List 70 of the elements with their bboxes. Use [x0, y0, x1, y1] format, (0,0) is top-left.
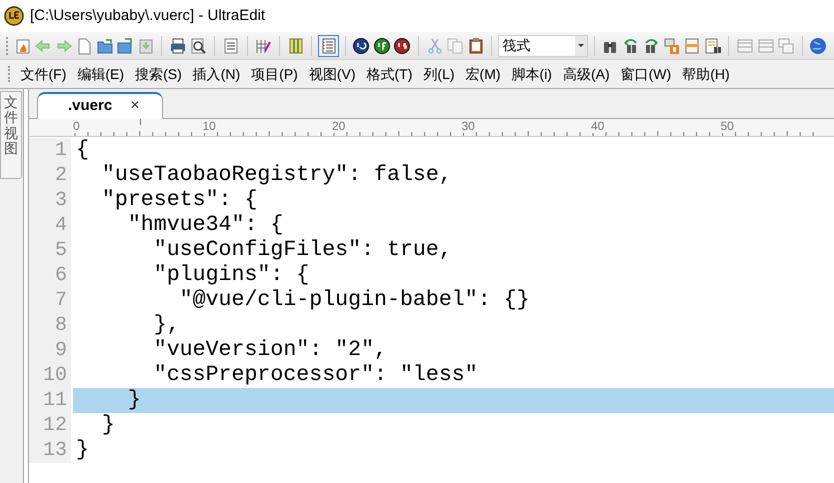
ruler-label: 30 — [460, 119, 476, 133]
ruler-label: 20 — [331, 119, 346, 133]
menu-item[interactable]: 搜索(S) — [130, 64, 188, 84]
menu-item[interactable]: 插入(N) — [187, 64, 246, 84]
file-tab[interactable]: .vuerc × — [37, 92, 163, 119]
style-combo[interactable]: 筏式 — [498, 34, 588, 56]
line-number: 1 — [54, 138, 67, 164]
list-icon — [320, 36, 338, 54]
folder-icon[interactable] — [96, 36, 114, 54]
code-line: "@vue/cli-plugin-babel": {} — [178, 288, 530, 313]
line-number: 2 — [54, 162, 67, 188]
magnifier-icon[interactable] — [189, 36, 208, 54]
code-line: "useTaobaoRegistry": false, — [100, 163, 452, 188]
ruler-label: 50 — [720, 119, 735, 133]
menu-item[interactable]: 项目(P) — [246, 64, 304, 84]
line-number: 7 — [54, 288, 67, 314]
file-view-tab[interactable]: 文件视图 — [0, 91, 22, 179]
line-number: 3 — [54, 188, 67, 214]
list-button[interactable] — [318, 34, 339, 56]
ruler-label: 0 — [72, 119, 81, 133]
b-box-icon[interactable] — [662, 36, 681, 54]
bar-icon[interactable] — [683, 36, 702, 54]
ruler-label: 40 — [590, 119, 606, 133]
line-number: 8 — [54, 312, 67, 338]
clipboard-icon[interactable] — [466, 36, 485, 54]
code-line: "cssPreprocessor": "less" — [152, 363, 478, 388]
round-logo-icon[interactable] — [352, 36, 370, 54]
printer-icon[interactable] — [168, 36, 187, 54]
line-number: 9 — [54, 338, 67, 364]
code-line: "plugins": { — [152, 263, 310, 288]
menu-item[interactable]: 脚本(i) — [506, 64, 558, 84]
code-line: }, — [152, 313, 180, 338]
menu-item[interactable]: 窗口(W) — [615, 64, 677, 84]
app-logo-icon — [4, 6, 24, 26]
dropdown-icon — [578, 44, 584, 47]
code-line: "vueVersion": "2", — [152, 338, 388, 363]
line-number: 6 — [54, 262, 67, 288]
list-binoculars-icon[interactable] — [704, 36, 722, 54]
code-line: } — [126, 388, 141, 413]
ruler-label: 10 — [202, 119, 217, 133]
line-number: 5 — [54, 238, 67, 264]
code-line: } — [100, 413, 115, 438]
columns-icon[interactable] — [286, 36, 305, 54]
folder-icon[interactable] — [116, 36, 134, 54]
line-number: 13 — [42, 438, 67, 464]
line-number: 4 — [54, 212, 67, 238]
round-logo-icon[interactable] — [393, 36, 412, 54]
menu-item[interactable]: 文件(F) — [15, 64, 72, 84]
window-title: [C:\Users\yubaby\.vuerc] - UltraEdit — [30, 6, 266, 26]
code-line: "hmvue34": { — [126, 213, 284, 238]
menu-item[interactable]: 格式(T) — [361, 64, 418, 84]
line-number: 12 — [42, 412, 67, 438]
list-icon[interactable] — [222, 36, 240, 54]
tray-icon[interactable] — [136, 36, 155, 54]
line-number: 10 — [42, 362, 67, 388]
globe-icon[interactable] — [809, 36, 828, 54]
code-line: "presets": { — [100, 188, 258, 213]
code-line: "useConfigFiles": true, — [152, 238, 452, 263]
menu-item[interactable]: 视图(V) — [303, 64, 362, 84]
menu-item[interactable]: 高级(A) — [557, 64, 616, 84]
menu-item[interactable]: 帮助(H) — [676, 64, 736, 84]
code-line: { — [76, 138, 89, 163]
code-line: } — [76, 438, 89, 463]
menu-item[interactable]: 编辑(E) — [72, 64, 130, 84]
round-logo-icon[interactable] — [372, 36, 391, 54]
menu-item[interactable]: 宏(M) — [460, 64, 506, 84]
menu-item[interactable]: 列(L) — [418, 64, 460, 84]
new-file-icon[interactable] — [14, 36, 32, 54]
close-button[interactable]: × — [130, 94, 140, 118]
line-number: 11 — [42, 388, 67, 414]
